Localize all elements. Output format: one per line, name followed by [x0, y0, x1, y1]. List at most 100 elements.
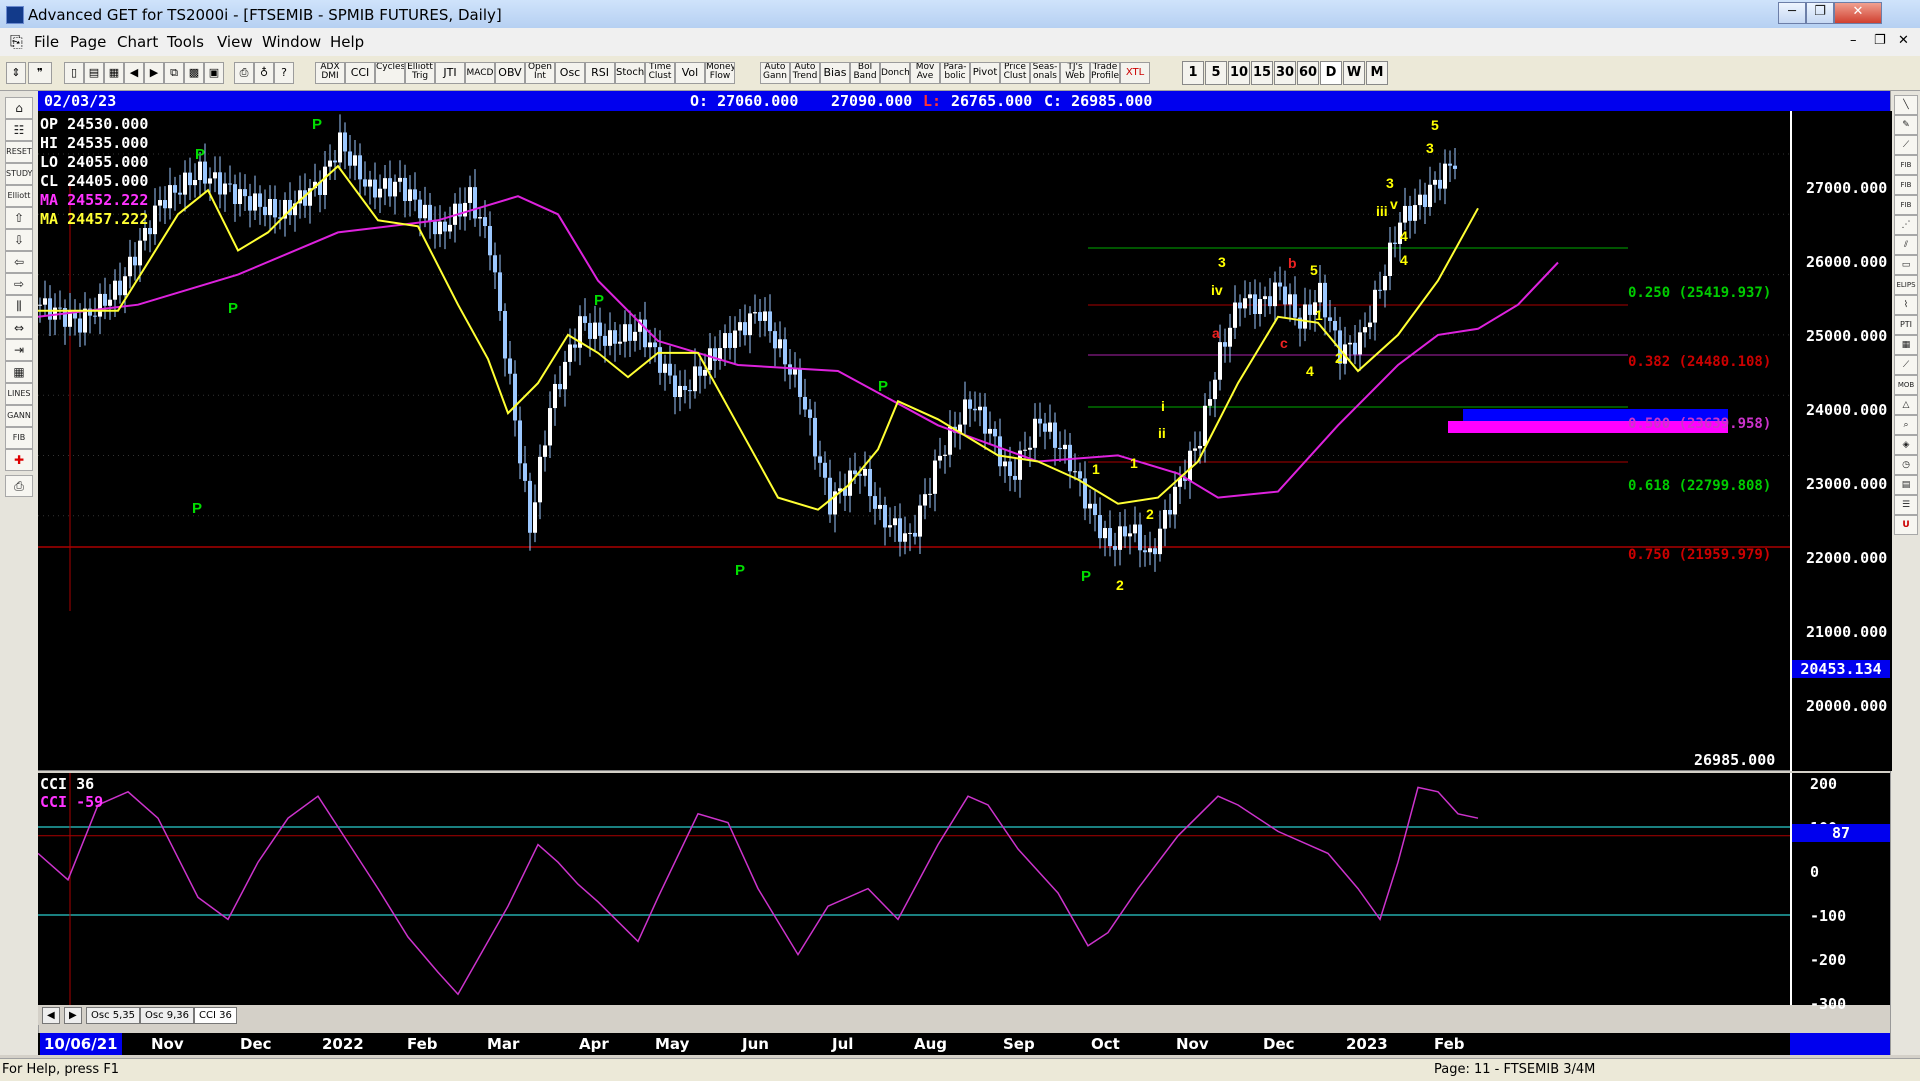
study-pivot[interactable]: Pivot	[970, 62, 1000, 84]
magnet-icon[interactable]: U	[1894, 515, 1918, 535]
ellipse-icon[interactable]: ELIPS	[1894, 275, 1918, 295]
pti-icon[interactable]: PTI	[1894, 315, 1918, 335]
menu-page[interactable]: Page	[70, 33, 106, 51]
study-auto-trend[interactable]: Auto Trend	[790, 62, 820, 84]
arrow-right-icon[interactable]: ⇨	[5, 273, 33, 295]
elliott-icon[interactable]: Elliott	[5, 185, 33, 207]
price-chart[interactable]: P P P P P P P P 1 2 1 2 3 4 5 3 4 5 3 4 1 2 i ii iii iv v a b c OP 24…	[38, 111, 1890, 771]
fib-ret-icon[interactable]: FIB RET	[1894, 155, 1918, 187]
study-seasonals[interactable]: Seas-onals	[1030, 62, 1060, 84]
pencil-icon[interactable]: ✎	[1894, 115, 1918, 135]
quote-tool-icon[interactable]: ❞	[28, 62, 52, 84]
back-icon[interactable]: ◀	[124, 62, 144, 84]
doc-restore-button[interactable]: ❐	[1874, 33, 1886, 48]
interval-15[interactable]: 15	[1251, 61, 1273, 85]
study-osc[interactable]: Osc	[555, 62, 585, 84]
gann-icon[interactable]: GANN	[5, 405, 33, 427]
study-stoch[interactable]: Stoch	[615, 62, 645, 84]
cci-panel[interactable]: CCI 36 CCI -59 200 100 0 -100 -200 -300 …	[38, 773, 1890, 1013]
study-obv[interactable]: OBV	[495, 62, 525, 84]
save-icon[interactable]: ▦	[104, 62, 124, 84]
study-mov-ave[interactable]: Mov Ave	[910, 62, 940, 84]
help-icon[interactable]: ?	[274, 62, 294, 84]
study-elliott-trig[interactable]: Elliott Trig	[405, 62, 435, 84]
zigzag-icon[interactable]: ⌇	[1894, 295, 1918, 315]
triangle-icon[interactable]: △	[1894, 395, 1918, 415]
lines-icon[interactable]: LINES	[5, 383, 33, 405]
grid-icon[interactable]: ▩	[184, 62, 204, 84]
trend-icon[interactable]: ⟋	[1894, 355, 1918, 375]
study-time-clust[interactable]: Time Clust	[645, 62, 675, 84]
arrow-down-icon[interactable]: ⇩	[5, 229, 33, 251]
arrow-left-icon[interactable]: ⇦	[5, 251, 33, 273]
interval-10[interactable]: 10	[1228, 61, 1250, 85]
hint-icon[interactable]: ♁	[254, 62, 274, 84]
interval-weekly[interactable]: W	[1343, 61, 1365, 85]
study-parabolic[interactable]: Para-bolic	[940, 62, 970, 84]
menu-file[interactable]: File	[34, 33, 59, 51]
study-donch[interactable]: Donch	[880, 62, 910, 84]
doc-minimize-button[interactable]: –	[1850, 33, 1857, 48]
clock-icon[interactable]: ◷	[1894, 455, 1918, 475]
study-bias[interactable]: Bias	[820, 62, 850, 84]
menu-chart[interactable]: Chart	[117, 33, 158, 51]
maximize-button[interactable]: ❐	[1806, 2, 1834, 24]
tab-next-icon[interactable]: ▶	[64, 1007, 82, 1024]
compress-icon[interactable]: ⇔	[5, 317, 33, 339]
tab-cci-36[interactable]: CCI 36	[194, 1007, 237, 1024]
magnifier-icon[interactable]: ⌕	[1894, 415, 1918, 435]
study-jti[interactable]: JTI	[435, 62, 465, 84]
study-auto-gann[interactable]: Auto Gann	[760, 62, 790, 84]
grid-tool-icon[interactable]: ▦	[5, 361, 33, 383]
study-cycles[interactable]: Cycles	[375, 62, 405, 84]
bar-zoom-icon[interactable]: ⫼	[5, 295, 33, 317]
tab-osc-5-35[interactable]: Osc 5,35	[86, 1007, 141, 1024]
channel-icon[interactable]: ⫽	[1894, 235, 1918, 255]
interval-daily[interactable]: D	[1320, 61, 1342, 85]
open-icon[interactable]: ▤	[84, 62, 104, 84]
minimize-button[interactable]: ─	[1778, 2, 1806, 24]
pointer-tool-icon[interactable]: ⇕	[6, 62, 26, 84]
tab-osc-9-36[interactable]: Osc 9,36	[140, 1007, 195, 1024]
menu-view[interactable]: View	[217, 33, 253, 51]
study-bol-band[interactable]: Bol Band	[850, 62, 880, 84]
forward-icon[interactable]: ▶	[144, 62, 164, 84]
study-cci[interactable]: CCI	[345, 62, 375, 84]
print-icon[interactable]: ⎙	[234, 62, 254, 84]
list-icon[interactable]: ☰	[1894, 495, 1918, 515]
crowd-icon[interactable]: ☷	[5, 119, 33, 141]
interval-60[interactable]: 60	[1297, 61, 1319, 85]
table-icon[interactable]: ▦	[1894, 335, 1918, 355]
menu-help[interactable]: Help	[330, 33, 364, 51]
copy-icon[interactable]: ⧉	[164, 62, 184, 84]
close-button[interactable]: ✕	[1834, 2, 1882, 24]
menu-tools[interactable]: Tools	[167, 33, 204, 51]
study-xtl[interactable]: XTL	[1120, 62, 1150, 84]
study-macd[interactable]: MACD	[465, 62, 495, 84]
marker-icon[interactable]: ◈	[1894, 435, 1918, 455]
study-trade-profile[interactable]: Trade Profile	[1090, 62, 1120, 84]
study-rsi[interactable]: RSI	[585, 62, 615, 84]
price-plot[interactable]: PPPP PPPP12123453453412iiiiiiivvabc	[38, 111, 1790, 771]
new-icon[interactable]: ▯	[64, 62, 84, 84]
fib-time-icon[interactable]: FIB TIME	[1894, 195, 1918, 227]
tab-prev-icon[interactable]: ◀	[42, 1007, 60, 1024]
interval-30[interactable]: 30	[1274, 61, 1296, 85]
study-icon[interactable]: STUDY	[5, 163, 33, 185]
cross-icon[interactable]: ✚	[5, 449, 33, 471]
sheet-icon[interactable]: ▤	[1894, 475, 1918, 495]
fan-icon[interactable]: ⋰	[1894, 215, 1918, 235]
reset-icon[interactable]: RESET	[5, 141, 33, 163]
interval-5[interactable]: 5	[1205, 61, 1227, 85]
interval-monthly[interactable]: M	[1366, 61, 1388, 85]
doc-close-button[interactable]: ✕	[1898, 33, 1909, 48]
print-tool-icon[interactable]: ⎙	[5, 475, 33, 497]
fib-icon[interactable]: FIB	[5, 427, 33, 449]
arrow-up-icon[interactable]: ⇧	[5, 207, 33, 229]
menu-window[interactable]: Window	[262, 33, 321, 51]
study-open-int[interactable]: Open Int	[525, 62, 555, 84]
study-adx-dmi[interactable]: ADX DMI	[315, 62, 345, 84]
scroll-icon[interactable]: ⇥	[5, 339, 33, 361]
line-tool-icon[interactable]: ╲	[1894, 95, 1918, 115]
study-price-clust[interactable]: Price Clust	[1000, 62, 1030, 84]
